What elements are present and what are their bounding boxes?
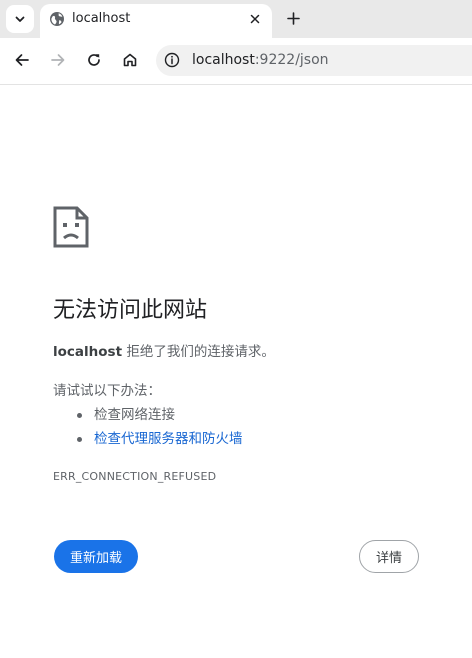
suggestion-check-proxy-link[interactable]: 检查代理服务器和防火墙	[53, 427, 243, 451]
info-icon[interactable]	[164, 52, 180, 68]
details-button[interactable]: 详情	[359, 540, 419, 573]
back-button[interactable]	[10, 48, 34, 72]
arrow-left-icon	[15, 54, 29, 66]
plus-icon	[286, 11, 300, 25]
close-icon	[250, 14, 260, 24]
tab-localhost[interactable]: localhost	[40, 4, 272, 38]
error-description: localhost 拒绝了我们的连接请求。	[53, 342, 275, 362]
error-message: 拒绝了我们的连接请求。	[122, 344, 275, 360]
url-host: localhost	[192, 52, 255, 68]
error-title: 无法访问此网站	[53, 298, 208, 323]
forward-button[interactable]	[46, 48, 70, 72]
reload-page-button[interactable]: 重新加载	[54, 540, 138, 573]
address-bar[interactable]: localhost:9222/json	[156, 45, 472, 76]
url-path: :9222/json	[254, 52, 329, 68]
reload-button[interactable]	[82, 48, 106, 72]
home-button[interactable]	[118, 48, 142, 72]
globe-icon	[50, 12, 64, 26]
chevron-down-icon	[15, 16, 25, 22]
suggestions-heading: 请试试以下办法：	[53, 383, 161, 399]
suggestion-check-network: 检查网络连接	[53, 403, 243, 427]
tab-search-button[interactable]	[6, 5, 34, 33]
reload-icon	[88, 54, 100, 66]
home-icon	[123, 53, 137, 67]
toolbar: localhost:9222/json	[0, 38, 472, 85]
tab-title: localhost	[72, 11, 131, 26]
arrow-right-icon	[51, 54, 65, 66]
error-code: ERR_CONNECTION_REFUSED	[53, 470, 217, 483]
browser-window: localhost localhost:9222/json 无法访问此网站 lo…	[0, 0, 472, 658]
error-host: localhost	[53, 344, 123, 360]
suggestions-list: 检查网络连接 检查代理服务器和防火墙	[53, 403, 243, 451]
url-text[interactable]: localhost:9222/json	[192, 52, 329, 69]
new-tab-button[interactable]	[280, 5, 306, 31]
sad-page-icon	[53, 206, 89, 248]
tab-strip: localhost	[0, 0, 472, 38]
tab-close-button[interactable]	[246, 10, 264, 28]
